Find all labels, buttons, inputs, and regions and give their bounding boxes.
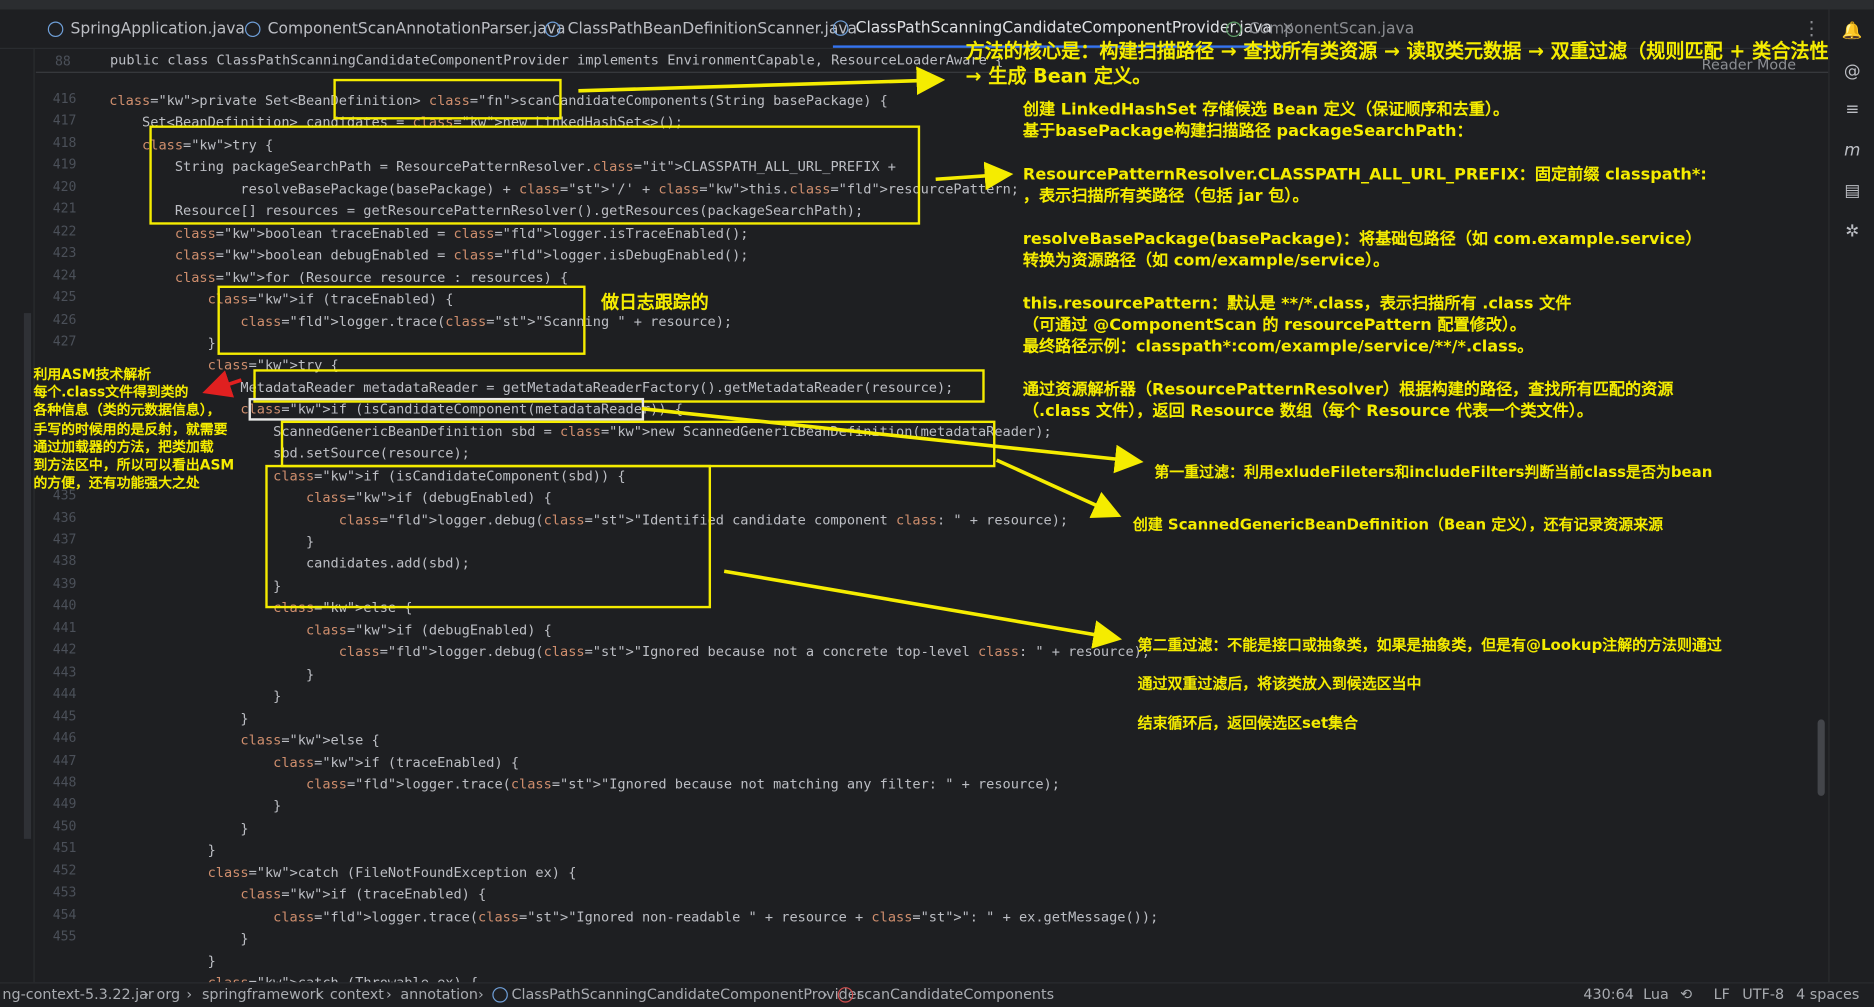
breadcrumb-context[interactable]: context bbox=[330, 986, 384, 1003]
breadcrumb-annotation[interactable]: annotation bbox=[400, 986, 478, 1003]
breadcrumb-sep: › bbox=[822, 985, 828, 1003]
method-icon bbox=[837, 987, 854, 1003]
document-icon[interactable]: ▤ bbox=[1841, 182, 1863, 204]
notifications-icon[interactable]: 🔔 bbox=[1841, 22, 1863, 44]
arrow-path-to-notes bbox=[935, 161, 1014, 191]
breadcrumb-springframework[interactable]: springframework bbox=[202, 986, 324, 1003]
ai-assistant-icon[interactable]: @ bbox=[1841, 62, 1863, 84]
database-icon[interactable]: ≡ bbox=[1841, 100, 1863, 122]
arrow-asm-note bbox=[202, 370, 242, 398]
encoding[interactable]: UTF-8 bbox=[1742, 986, 1784, 1003]
cursor-position[interactable]: 430:64 bbox=[1583, 986, 1633, 1003]
indent[interactable]: 4 spaces bbox=[1796, 986, 1859, 1003]
plugin-icon[interactable]: ✲ bbox=[1841, 222, 1863, 244]
breadcrumb-jar[interactable]: ng-context-5.3.22.jar bbox=[2, 986, 153, 1003]
breadcrumb-class[interactable]: ClassPathScanningCandidateComponentProvi… bbox=[511, 986, 862, 1003]
gutter-scroll-thumb[interactable] bbox=[23, 313, 32, 839]
language[interactable]: Lua bbox=[1643, 986, 1669, 1003]
arrow-second-filter bbox=[723, 569, 1123, 649]
breadcrumb-sep: › bbox=[186, 985, 193, 1003]
editor-scrollbar[interactable] bbox=[1817, 719, 1825, 796]
annotation-arrows bbox=[202, 66, 1144, 649]
breadcrumb-org[interactable]: org bbox=[157, 986, 181, 1003]
arrow-bean-definition bbox=[995, 458, 1122, 519]
class-icon bbox=[492, 987, 508, 1003]
right-tool-strip: 🔔 @ ≡ m ▤ ✲ bbox=[1828, 9, 1874, 983]
arrow-method-to-title bbox=[578, 66, 946, 96]
maven-icon[interactable]: m bbox=[1841, 141, 1863, 163]
status-bar: ng-context-5.3.22.jar › org › springfram… bbox=[0, 982, 1874, 1007]
line-separator[interactable]: LF bbox=[1714, 986, 1730, 1003]
breadcrumb-sep: › bbox=[478, 985, 484, 1003]
breadcrumb-sep: › bbox=[143, 985, 150, 1003]
breadcrumb-sep: › bbox=[385, 985, 392, 1003]
sync-icon[interactable]: ⟲ bbox=[1680, 986, 1692, 1003]
breadcrumb-sep: › bbox=[315, 985, 322, 1003]
breadcrumb-method[interactable]: scanCandidateComponents bbox=[857, 986, 1054, 1003]
arrow-first-filter bbox=[641, 406, 1144, 474]
